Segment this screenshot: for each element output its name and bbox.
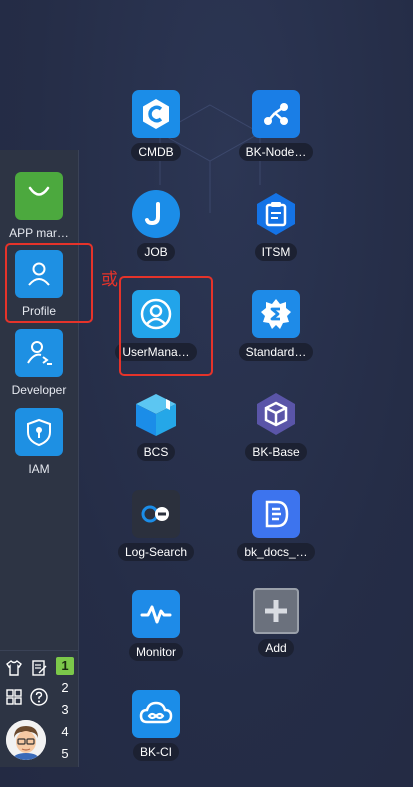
app-label: ITSM (254, 243, 298, 261)
bcs-cube-icon (132, 390, 180, 438)
highlight-box-user-management (119, 276, 213, 376)
app-job[interactable]: JOB (101, 190, 211, 266)
app-label: Standard… (238, 343, 314, 361)
desktop-number-2[interactable]: 2 (56, 679, 74, 697)
or-annotation-text: 或 (101, 270, 118, 289)
dock-app-label: APP mar… (9, 226, 69, 240)
user-avatar[interactable] (6, 720, 46, 760)
app-log-search[interactable]: Log-Search (101, 490, 211, 566)
shopping-bag-icon (15, 172, 63, 220)
notes-icon[interactable] (29, 658, 49, 678)
help-icon[interactable] (29, 687, 49, 707)
grid-icon[interactable] (4, 687, 24, 707)
theme-shirt-icon[interactable] (4, 658, 24, 678)
app-label: Monitor (128, 643, 183, 661)
desktop-number-1[interactable]: 1 (56, 657, 74, 675)
app-label: BCS (136, 443, 176, 461)
app-bk-node[interactable]: BK-Node… (221, 90, 331, 166)
app-bk-ci[interactable]: BK-CI (101, 690, 211, 766)
app-label: BK-Node… (238, 143, 314, 161)
app-label: CMDB (131, 143, 181, 161)
dock-app-developer[interactable]: Developer (0, 329, 78, 397)
dock-divider (0, 650, 78, 651)
app-label: BK-CI (132, 743, 179, 761)
developer-user-icon (15, 329, 63, 377)
standard-gear-icon (252, 290, 300, 338)
cmdb-c-icon (132, 90, 180, 138)
app-bcs[interactable]: BCS (101, 390, 211, 466)
app-bk-docs[interactable]: bk_docs_… (221, 490, 331, 566)
app-standard[interactable]: Standard… (221, 290, 331, 366)
node-graph-icon (252, 90, 300, 138)
app-bk-base[interactable]: BK-Base (221, 390, 331, 466)
app-label: BK-Base (245, 443, 307, 461)
docs-icon (252, 490, 300, 538)
bk-ci-cloud-icon (132, 690, 180, 738)
bk-base-icon (252, 390, 300, 438)
monitor-wave-icon (132, 590, 180, 638)
log-search-icon (132, 490, 180, 538)
app-label: Log-Search (117, 543, 195, 561)
app-label: JOB (137, 243, 175, 261)
desktop-number-5[interactable]: 5 (56, 745, 74, 763)
dock-app-market[interactable]: APP mar… (0, 172, 78, 240)
app-label: bk_docs_… (237, 543, 315, 561)
desktop-number-3[interactable]: 3 (56, 701, 74, 719)
app-label: Add (258, 639, 294, 657)
itsm-clipboard-icon (252, 190, 300, 238)
app-monitor[interactable]: Monitor (101, 590, 211, 666)
dock-app-label: IAM (28, 462, 50, 476)
dock-app-iam[interactable]: IAM (0, 408, 78, 476)
desktop-number-4[interactable]: 4 (56, 723, 74, 741)
shield-lock-icon (15, 408, 63, 456)
highlight-box-profile (5, 243, 93, 323)
dock-app-label: Developer (11, 383, 67, 397)
job-j-icon (132, 190, 180, 238)
plus-icon (253, 588, 299, 634)
app-cmdb[interactable]: CMDB (101, 90, 211, 166)
app-add[interactable]: Add (221, 588, 331, 662)
desktop: APP mar… Profile Developer IAM 1 2 3 4 5… (0, 0, 413, 787)
app-itsm[interactable]: ITSM (221, 190, 331, 266)
